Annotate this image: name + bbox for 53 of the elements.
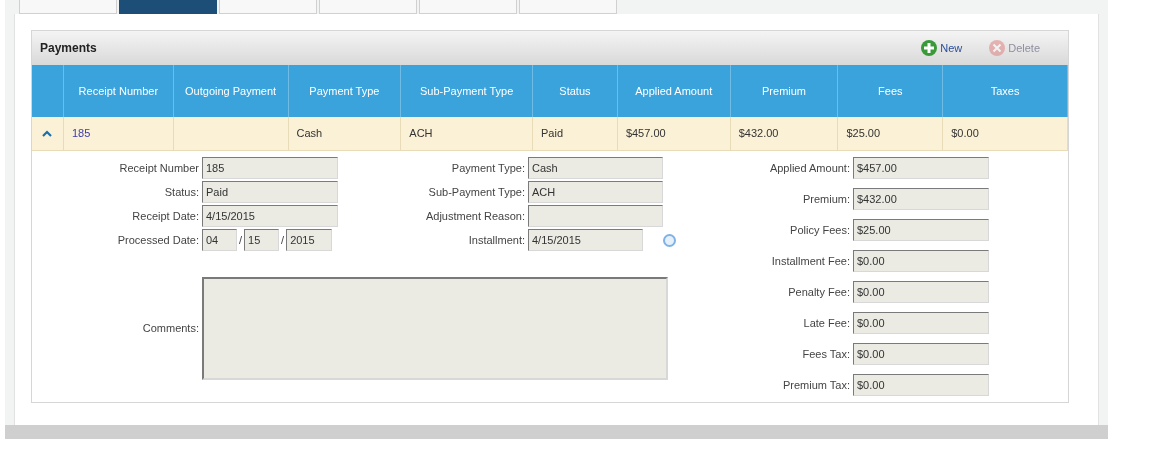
- table-cell-text: Cash: [296, 126, 323, 142]
- field-label: Processed Date:: [116, 232, 200, 248]
- text-field[interactable]: $0.00: [853, 343, 989, 365]
- text-field[interactable]: [528, 205, 663, 227]
- new-button[interactable]: New: [920, 39, 963, 57]
- close-icon: [988, 39, 1007, 57]
- table-cell-text: $457.00: [625, 126, 666, 142]
- field-label: Installment:: [467, 232, 526, 248]
- panel-title: Payments: [40, 40, 97, 57]
- text-field[interactable]: Cash: [528, 157, 663, 179]
- field-label: Comments:: [141, 321, 200, 337]
- field-label: Sub-Payment Type:: [427, 184, 526, 200]
- date-part-field[interactable]: 04: [202, 229, 237, 251]
- field-label: Payment Type:: [450, 160, 526, 176]
- comments-field[interactable]: [202, 277, 668, 380]
- table-cell-text: ACH: [409, 126, 433, 142]
- field-label: Receipt Number: [118, 160, 200, 176]
- field-label: Late Fee:: [802, 315, 851, 331]
- table-cell-text: $0.00: [951, 126, 979, 142]
- table-cell-text: $25.00: [846, 126, 881, 142]
- field-label: Premium Tax:: [781, 377, 851, 393]
- date-field[interactable]: 4/15/2015: [528, 229, 643, 251]
- field-label: Penalty Fee:: [787, 284, 851, 300]
- text-field[interactable]: 185: [202, 157, 338, 179]
- table-cell-text: Paid: [541, 126, 564, 142]
- text-field[interactable]: $432.00: [853, 188, 989, 210]
- text-field[interactable]: ACH: [528, 181, 663, 203]
- text-field[interactable]: Paid: [202, 181, 338, 203]
- field-label: Applied Amount:: [768, 160, 851, 176]
- table-cell-text: $432.00: [738, 126, 779, 142]
- text-field[interactable]: $0.00: [853, 374, 989, 396]
- plus-icon: [920, 39, 939, 57]
- field-label: Fees Tax:: [801, 346, 851, 362]
- field-label: Adjustment Reason:: [424, 208, 526, 224]
- receipt-link[interactable]: 185: [71, 125, 91, 142]
- calendar-icon[interactable]: [663, 233, 676, 247]
- text-field[interactable]: $0.00: [853, 312, 989, 334]
- field-label: Premium:: [801, 191, 851, 207]
- date-part-field[interactable]: 2015: [286, 229, 333, 251]
- tab[interactable]: [119, 0, 217, 14]
- field-label: Installment Fee:: [770, 253, 851, 269]
- collapse-caret-icon[interactable]: [42, 130, 53, 137]
- field-label: Status:: [163, 184, 200, 200]
- text-field[interactable]: 4/15/2015: [202, 205, 338, 227]
- text-field[interactable]: $457.00: [853, 157, 989, 179]
- text-field[interactable]: $0.00: [853, 250, 989, 272]
- field-label: Policy Fees:: [789, 222, 851, 238]
- text-field[interactable]: $0.00: [853, 281, 989, 303]
- date-separator: /: [238, 232, 244, 248]
- date-part-field[interactable]: 15: [244, 229, 280, 251]
- date-separator: /: [280, 232, 286, 248]
- text-field[interactable]: $25.00: [853, 219, 989, 241]
- field-label: Receipt Date:: [131, 208, 200, 224]
